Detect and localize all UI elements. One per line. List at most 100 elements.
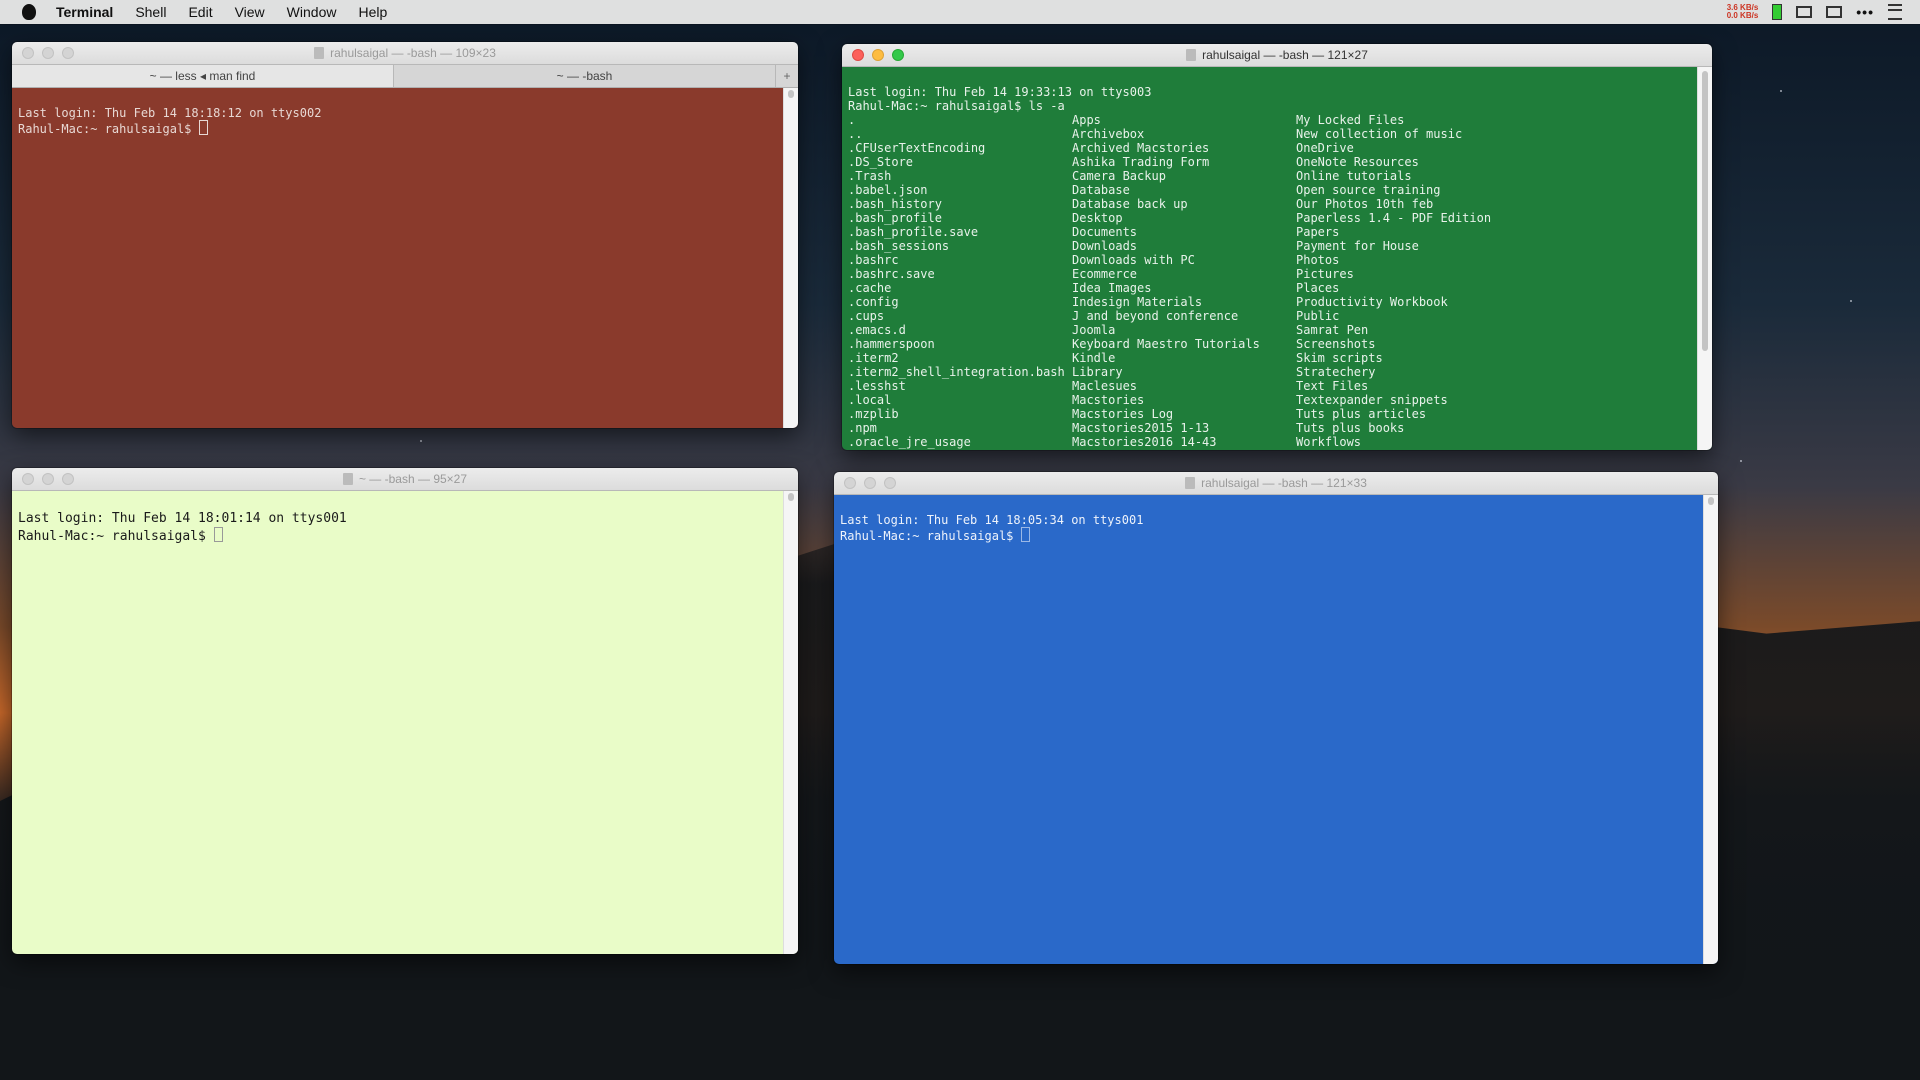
ls-entry: .hammerspoon [848,337,935,351]
ls-entry: Places [1296,281,1340,295]
ls-entry: Tuts plus articles [1296,407,1427,421]
ls-entry: .CFUserTextEncoding [848,141,986,155]
scrollbar-thumb[interactable] [788,90,794,98]
ls-entry: Keyboard Maestro Tutorials [1072,337,1260,351]
star [420,440,422,442]
ls-entry: OneNote Resources [1296,155,1419,169]
scrollbar-thumb[interactable] [788,493,794,501]
ls-entry: Payment for House [1296,239,1419,253]
list-icon[interactable] [1888,4,1902,20]
ls-entry: .local [848,393,892,407]
terminal-body[interactable]: Last login: Thu Feb 14 19:33:13 on ttys0… [842,67,1712,450]
ls-entry: Macstories2017 62-110 [1072,449,1296,450]
terminal-body[interactable]: Last login: Thu Feb 14 18:01:14 on ttys0… [12,491,798,954]
scrollbar-thumb[interactable] [1702,71,1708,351]
ls-entry: .mzplib [848,407,899,421]
close-button[interactable] [22,473,34,485]
menu-window[interactable]: Window [287,4,337,20]
window-title: rahulsaigal — -bash — 121×27 [1202,48,1368,62]
window-titlebar[interactable]: ~ — -bash — 95×27 [12,468,798,491]
mirroring-icon[interactable] [1826,6,1843,18]
scrollbar[interactable] [783,491,798,954]
ls-entry: Stratechery [1296,365,1376,379]
terminal-window-blue[interactable]: rahulsaigal — -bash — 121×33 Last login:… [834,472,1718,964]
menu-bar: Terminal Shell Edit View Window Help 3.6… [0,0,1920,24]
ls-entry: Public [1296,309,1340,323]
ls-entry: Macstories2015 1-13 [1072,421,1210,435]
zoom-button[interactable] [62,473,74,485]
ls-entry: Textexpander snippets [1296,393,1448,407]
ls-entry: Camera Backup [1072,169,1166,183]
tab-bash[interactable]: ~ — -bash [394,65,776,87]
menu-edit[interactable]: Edit [188,4,212,20]
scrollbar-thumb[interactable] [1708,497,1714,505]
scrollbar[interactable] [1697,67,1712,450]
zoom-button[interactable] [62,47,74,59]
tab-bar: ~ — less ◂ man find ~ — -bash + [12,65,798,88]
menu-help[interactable]: Help [358,4,387,20]
scrollbar[interactable] [1703,495,1718,964]
status-tray: 3.6 KB/s 0.0 KB/s ••• [1727,4,1902,20]
ls-entry: .. [848,127,863,141]
login-line: Last login: Thu Feb 14 18:01:14 on ttys0… [18,511,347,526]
ls-entry: Yoga Science [1296,449,1692,450]
window-title: ~ — -bash — 95×27 [358,472,468,486]
window-title: rahulsaigal — -bash — 121×33 [1201,476,1367,490]
ls-entry: New collection of music [1296,127,1463,141]
login-line: Last login: Thu Feb 14 18:05:34 on ttys0… [840,513,1144,527]
ls-entry: Paperless 1.4 - PDF Edition [1296,211,1492,225]
terminal-body[interactable]: Last login: Thu Feb 14 18:05:34 on ttys0… [834,495,1718,964]
close-button[interactable] [844,477,856,489]
ls-entry: .bashrc.save [848,267,935,281]
ls-entry: Productivity Workbook [1296,295,1448,309]
ls-entry: Screenshots [1296,337,1376,351]
network-monitor-icon[interactable]: 3.6 KB/s 0.0 KB/s [1727,4,1759,20]
ls-entry: Photos [1296,253,1340,267]
ls-entry: Database [1072,183,1130,197]
new-tab-button[interactable]: + [776,65,798,87]
apple-icon[interactable] [22,4,36,20]
ls-entry: Our Photos 10th feb [1296,197,1434,211]
battery-icon[interactable] [1772,4,1783,20]
ls-entry: .bash_history [848,197,942,211]
home-folder-icon [1185,477,1196,489]
zoom-button[interactable] [884,477,896,489]
ls-entry: .bash_profile.save [848,225,979,239]
ls-entry: Macstories [1072,393,1145,407]
window-titlebar[interactable]: rahulsaigal — -bash — 121×33 [834,472,1718,495]
terminal-window-red[interactable]: rahulsaigal — -bash — 109×23 ~ — less ◂ … [12,42,798,428]
window-titlebar[interactable]: rahulsaigal — -bash — 109×23 [12,42,798,65]
menu-shell[interactable]: Shell [135,4,166,20]
terminal-window-lime[interactable]: ~ — -bash — 95×27 Last login: Thu Feb 14… [12,468,798,954]
home-folder-icon [342,473,353,485]
ls-entry: Ashika Trading Form [1072,155,1210,169]
ls-entry: Macstories Log [1072,407,1174,421]
minimize-button[interactable] [872,49,884,61]
ls-entry: Archivebox [1072,127,1145,141]
ls-entry: .DS_Store [848,155,914,169]
minimize-button[interactable] [42,47,54,59]
menu-view[interactable]: View [235,4,265,20]
window-icon[interactable] [1796,6,1813,18]
star [1740,460,1742,462]
minimize-button[interactable] [864,477,876,489]
terminal-window-green[interactable]: rahulsaigal — -bash — 121×27 Last login:… [842,44,1712,450]
ls-entry: .bash_sessions [848,239,950,253]
more-icon[interactable]: ••• [1856,4,1874,20]
menu-app-terminal[interactable]: Terminal [56,4,113,20]
scrollbar[interactable] [783,88,798,428]
tab-less-man-find[interactable]: ~ — less ◂ man find [12,65,394,87]
minimize-button[interactable] [42,473,54,485]
close-button[interactable] [852,49,864,61]
close-button[interactable] [22,47,34,59]
ls-entry: .bash_profile [848,211,942,225]
ls-entry: Documents [1072,225,1138,239]
terminal-body[interactable]: Last login: Thu Feb 14 18:18:12 on ttys0… [12,88,798,428]
prompt: Rahul-Mac:~ rahulsaigal$ [18,529,214,544]
ls-entry: .cache [848,281,892,295]
ls-entry: .iterm2_shell_integration.bash [848,365,1065,379]
window-titlebar[interactable]: rahulsaigal — -bash — 121×27 [842,44,1712,67]
home-folder-icon [1186,49,1197,61]
text-cursor [198,120,208,135]
zoom-button[interactable] [892,49,904,61]
